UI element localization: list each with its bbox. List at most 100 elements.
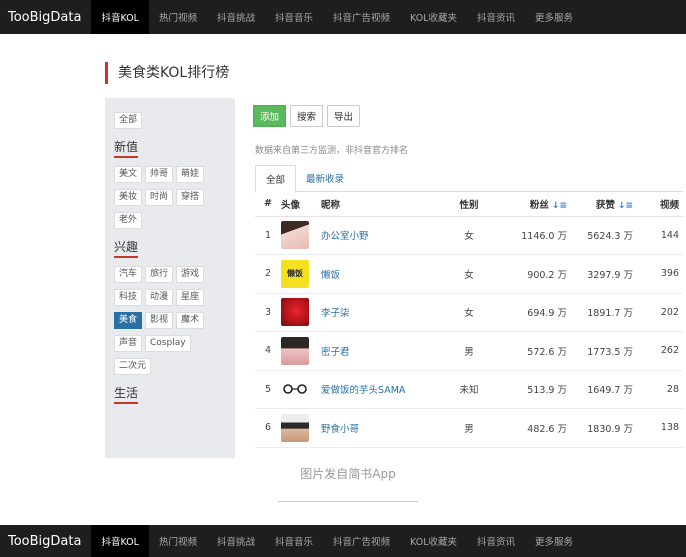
header-likes[interactable]: 获赞 ↓≡: [567, 192, 633, 217]
kol-nickname-link[interactable]: 爱做饭的芋头SAMA: [321, 385, 405, 396]
table-row[interactable]: 1 办公室小野 女 1146.0 万 5624.3 万 144: [255, 216, 683, 255]
header-nickname: 昵称: [321, 192, 441, 217]
category-tag[interactable]: 声音: [114, 335, 143, 352]
category-tag[interactable]: 老外: [114, 212, 143, 229]
row-fans: 1146.0 万: [497, 216, 567, 255]
row-fans: 572.6 万: [497, 331, 567, 371]
row-videos: 28: [633, 370, 683, 409]
glasses-icon: [283, 384, 307, 395]
table-header-row: # 头像 昵称 性别 粉丝 ↓≡ 获赞 ↓≡ 视频: [255, 192, 683, 217]
category-tag[interactable]: 影视: [145, 312, 174, 329]
kol-nickname-link[interactable]: 李子柒: [321, 308, 350, 319]
row-gender: 女: [441, 216, 497, 255]
table-row[interactable]: 6 野食小哥 男 482.6 万 1830.9 万 138: [255, 408, 683, 448]
table-row[interactable]: 4 密子君 男 572.6 万 1773.5 万 262: [255, 331, 683, 371]
brand-logo[interactable]: TooBigData: [0, 534, 91, 549]
kol-nickname-link[interactable]: 懒饭: [321, 270, 340, 281]
category-tag[interactable]: 汽车: [114, 266, 143, 283]
row-videos: 202: [633, 293, 683, 332]
nav-item-more-services[interactable]: 更多服务: [525, 525, 583, 557]
row-likes: 1830.9 万: [567, 408, 633, 448]
tab-all[interactable]: 全部: [255, 165, 297, 193]
category-tag[interactable]: Cosplay: [145, 335, 191, 352]
row-rank: 3: [255, 293, 281, 332]
nav-item-douyin-kol[interactable]: 抖音KOL: [91, 0, 149, 34]
nav-item-news[interactable]: 抖音资讯: [467, 525, 525, 557]
category-group-title: 生活: [114, 384, 235, 404]
header-videos: 视频: [633, 192, 683, 217]
brand-logo[interactable]: TooBigData: [0, 10, 91, 25]
sort-icon[interactable]: ↓≡: [618, 201, 633, 211]
avatar[interactable]: [281, 336, 309, 365]
nav-item-ad-videos[interactable]: 抖音广告视频: [323, 525, 400, 557]
row-gender: 男: [441, 331, 497, 371]
sort-icon[interactable]: ↓≡: [552, 201, 567, 211]
row-fans: 900.2 万: [497, 254, 567, 294]
category-tag[interactable]: 美文: [114, 166, 143, 183]
category-tag[interactable]: 星座: [176, 289, 205, 306]
nav-item-music[interactable]: 抖音音乐: [265, 525, 323, 557]
row-fans: 482.6 万: [497, 408, 567, 448]
category-tag[interactable]: 科技: [114, 289, 143, 306]
category-group-title: 兴趣: [114, 238, 235, 258]
nav-item-more-services[interactable]: 更多服务: [525, 0, 583, 34]
tab-latest[interactable]: 最新收录: [296, 165, 354, 191]
category-tag[interactable]: 二次元: [114, 358, 152, 375]
avatar[interactable]: [281, 375, 309, 404]
header-rank: #: [255, 192, 281, 217]
bottom-navbar: TooBigData 抖音KOL 热门视频 抖音挑战 抖音音乐 抖音广告视频 K…: [0, 525, 686, 557]
nav-item-hot-videos[interactable]: 热门视频: [149, 525, 207, 557]
nav-item-music[interactable]: 抖音音乐: [265, 0, 323, 34]
page-title: 美食类KOL排行榜: [105, 62, 229, 84]
category-tag[interactable]: 穿搭: [176, 189, 205, 206]
kol-nickname-link[interactable]: 野食小哥: [321, 424, 359, 435]
search-button[interactable]: 搜索: [290, 105, 324, 127]
row-rank: 2: [255, 254, 281, 294]
header-fans[interactable]: 粉丝 ↓≡: [497, 192, 567, 217]
avatar[interactable]: [281, 413, 309, 442]
nav-item-douyin-kol[interactable]: 抖音KOL: [91, 525, 149, 557]
nav-item-kol-favorites[interactable]: KOL收藏夹: [400, 525, 467, 557]
category-tag[interactable]: 时尚: [145, 189, 174, 206]
nav-item-kol-favorites[interactable]: KOL收藏夹: [400, 0, 467, 34]
category-tag[interactable]: 旅行: [145, 266, 174, 283]
kol-nickname-link[interactable]: 密子君: [321, 347, 350, 358]
nav-item-challenges[interactable]: 抖音挑战: [207, 0, 265, 34]
category-tag[interactable]: 美妆: [114, 189, 143, 206]
category-tag[interactable]: 魔术: [176, 312, 205, 329]
image-caption: 图片发自简书App: [300, 467, 396, 481]
avatar[interactable]: [281, 221, 309, 250]
top-navbar: TooBigData 抖音KOL 热门视频 抖音挑战 抖音音乐 抖音广告视频 K…: [0, 0, 686, 34]
category-tag-selected[interactable]: 美食: [114, 312, 143, 329]
add-button[interactable]: 添加: [253, 105, 287, 127]
nav-item-news[interactable]: 抖音资讯: [467, 0, 525, 34]
export-button[interactable]: 导出: [327, 105, 361, 127]
row-rank: 6: [255, 408, 281, 448]
row-likes: 3297.9 万: [567, 254, 633, 294]
table-row[interactable]: 2 懒饭 懒饭 女 900.2 万 3297.9 万 396: [255, 254, 683, 294]
category-tag[interactable]: 萌娃: [176, 166, 205, 183]
row-rank: 5: [255, 370, 281, 409]
kol-nickname-link[interactable]: 办公室小野: [321, 231, 369, 242]
row-videos: 144: [633, 216, 683, 255]
nav-item-ad-videos[interactable]: 抖音广告视频: [323, 0, 400, 34]
table-row[interactable]: 3 李子柒 女 694.9 万 1891.7 万 202: [255, 293, 683, 332]
row-fans: 513.9 万: [497, 370, 567, 409]
kol-ranking-table: # 头像 昵称 性别 粉丝 ↓≡ 获赞 ↓≡ 视频 1 办公室小野 女 1146.0…: [255, 192, 683, 448]
category-tag[interactable]: 动漫: [145, 289, 174, 306]
nav-item-challenges[interactable]: 抖音挑战: [207, 525, 265, 557]
row-gender: 未知: [441, 370, 497, 409]
avatar[interactable]: [281, 298, 309, 327]
data-source-notice: 数据来自第三方监测，非抖音官方排名: [255, 146, 409, 156]
row-videos: 262: [633, 331, 683, 371]
row-gender: 男: [441, 408, 497, 448]
category-tag[interactable]: 游戏: [176, 266, 205, 283]
avatar[interactable]: 懒饭: [281, 259, 309, 288]
category-all[interactable]: 全部: [114, 112, 143, 129]
category-tag[interactable]: 帅哥: [145, 166, 174, 183]
category-sidebar: 全部 新值 美文 帅哥 萌娃 美妆 时尚 穿搭 老外 兴趣 汽车 旅行 游戏 科技 动漫 星座 …: [105, 98, 235, 458]
row-videos: 396: [633, 254, 683, 294]
row-likes: 1773.5 万: [567, 331, 633, 371]
nav-item-hot-videos[interactable]: 热门视频: [149, 0, 207, 34]
table-row[interactable]: 5 爱做饭的芋头SAMA 未知 513.9 万 1649.7 万 28: [255, 370, 683, 409]
